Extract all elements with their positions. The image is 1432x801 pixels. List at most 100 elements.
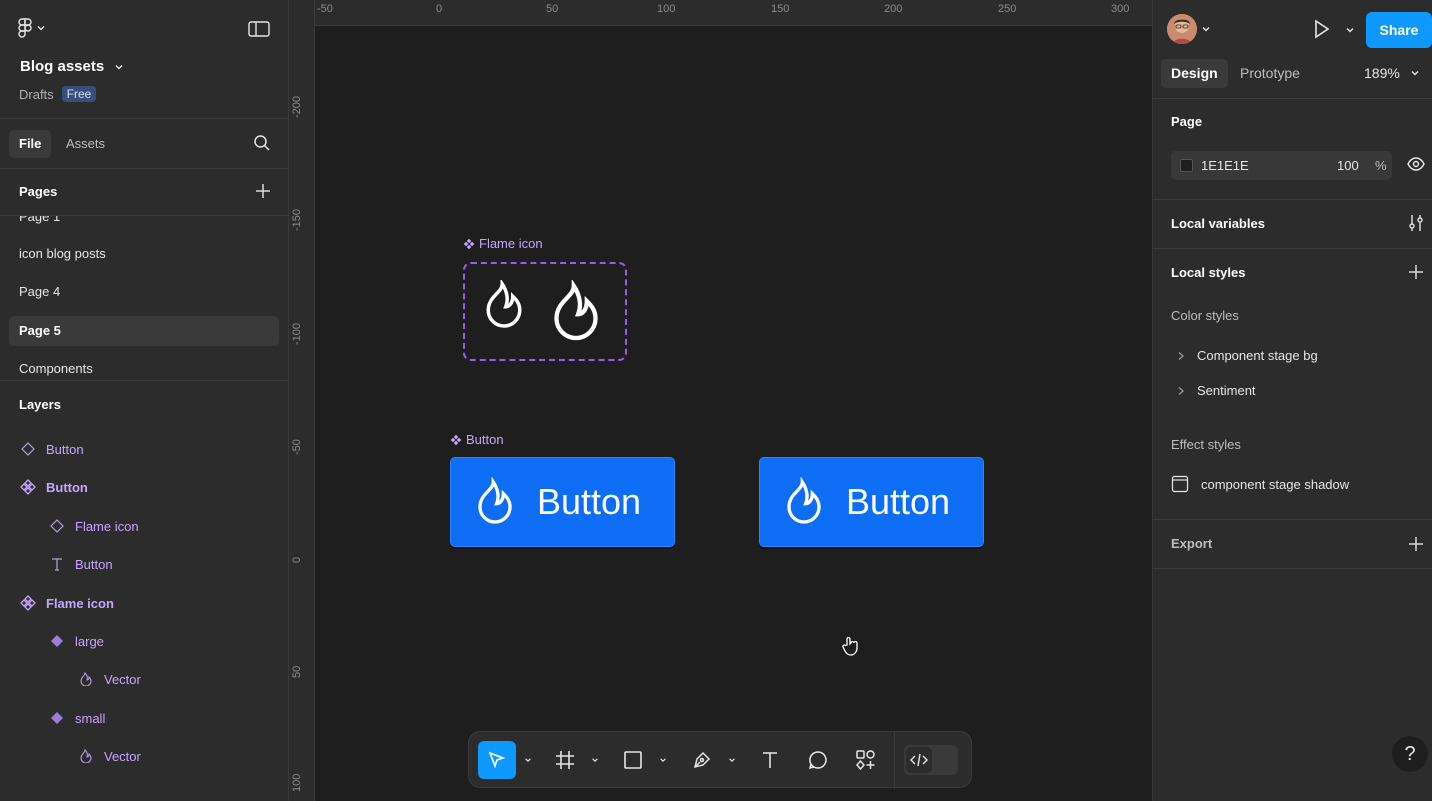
ruler-tick-label: 0: [436, 3, 443, 15]
button-instance[interactable]: Button: [759, 457, 984, 547]
tab-file[interactable]: File: [9, 130, 52, 158]
color-style-group[interactable]: Sentiment: [1177, 383, 1256, 398]
ruler-tick-label: 50: [291, 665, 303, 678]
page-item[interactable]: Page 1: [9, 216, 279, 232]
toolbar-divider: [894, 732, 895, 789]
ruler-tick-label: -100: [291, 322, 303, 345]
chevron-down-icon: [1410, 68, 1420, 78]
chevron-down-icon: [114, 62, 124, 72]
button-component[interactable]: Button: [450, 457, 675, 547]
share-button[interactable]: Share: [1366, 12, 1432, 48]
flame-small-icon[interactable]: [483, 280, 525, 330]
sidebar-toggle-icon[interactable]: [248, 20, 270, 38]
figma-logo-icon: [18, 18, 32, 38]
color-styles-title: Color styles: [1171, 308, 1239, 323]
add-export-icon[interactable]: [1407, 535, 1425, 553]
ruler-tick-label: -200: [291, 95, 303, 118]
color-style-group[interactable]: Component stage bg: [1177, 348, 1318, 363]
effect-style-item[interactable]: component stage shadow: [1171, 475, 1349, 493]
flame-variant-set[interactable]: [463, 262, 627, 361]
flame-icon: [784, 477, 824, 527]
file-location: Drafts Free: [19, 86, 97, 102]
pen-tool-icon[interactable]: [686, 741, 718, 779]
opacity-unit: %: [1375, 158, 1387, 173]
eye-icon[interactable]: [1407, 157, 1425, 171]
search-icon[interactable]: [253, 134, 273, 154]
user-avatar[interactable]: [1167, 14, 1197, 44]
pages-list: Page 1 icon blog posts Page 4 Page 5 Com…: [0, 216, 289, 380]
layer-row[interactable]: small: [49, 703, 105, 733]
effect-style-label: component stage shadow: [1201, 476, 1350, 492]
flame-component-label[interactable]: Flame icon: [463, 236, 543, 251]
layer-row[interactable]: Vector: [78, 664, 141, 694]
chevron-down-icon[interactable]: [1345, 25, 1355, 35]
layer-row[interactable]: Button: [20, 434, 84, 464]
layer-row[interactable]: Button: [20, 472, 88, 502]
color-swatch[interactable]: [1180, 159, 1193, 172]
button-component-label[interactable]: Button: [450, 432, 504, 447]
tab-assets[interactable]: Assets: [56, 130, 115, 158]
tab-prototype[interactable]: Prototype: [1230, 59, 1310, 88]
right-sidebar: Share Design Prototype 189% Page 1E1E1E …: [1152, 0, 1432, 801]
divider: [0, 168, 289, 169]
layer-row[interactable]: large: [49, 626, 104, 656]
layer-label: Button: [75, 556, 113, 572]
code-icon: [906, 747, 932, 773]
layer-label: Button: [46, 441, 84, 457]
ruler-top: -50 0 50 100 150 200 250 300: [289, 0, 1152, 26]
flame-vector-icon: [78, 748, 94, 764]
divider: [1153, 248, 1432, 249]
page-item-selected[interactable]: Page 5: [9, 316, 279, 346]
page-item[interactable]: Components: [9, 354, 279, 380]
local-styles-title: Local styles: [1171, 265, 1246, 280]
layer-label: Button: [46, 479, 88, 495]
layer-label: Vector: [104, 671, 141, 687]
page-color-field[interactable]: 1E1E1E 100 %: [1171, 151, 1392, 180]
flame-large-icon[interactable]: [550, 280, 602, 344]
actions-tool-icon[interactable]: [850, 741, 882, 779]
page-item[interactable]: icon blog posts: [9, 239, 279, 269]
help-button[interactable]: ?: [1392, 736, 1428, 772]
location-label[interactable]: Drafts: [19, 87, 54, 102]
variables-adjust-icon[interactable]: [1407, 214, 1425, 232]
canvas[interactable]: -50 0 50 100 150 200 250 300 -200 -150 -…: [289, 0, 1152, 801]
component-icon: [450, 434, 462, 446]
frame-tool-icon[interactable]: [549, 741, 581, 779]
layer-row[interactable]: Button: [49, 549, 113, 579]
chevron-down-icon[interactable]: [521, 741, 535, 779]
add-page-icon[interactable]: [254, 182, 274, 202]
page-section-title: Page: [1171, 114, 1203, 129]
ruler-tick-label: -150: [291, 208, 303, 231]
chevron-down-icon[interactable]: [588, 741, 602, 779]
file-name-button[interactable]: Blog assets: [20, 58, 124, 75]
main-menu-button[interactable]: [18, 18, 46, 38]
layer-row[interactable]: Flame icon: [49, 511, 139, 541]
component-label-text: Button: [466, 432, 504, 447]
chevron-down-icon[interactable]: [656, 741, 670, 779]
ruler-tick-label: 100: [657, 3, 676, 15]
ruler-tick-label: 150: [771, 3, 790, 15]
zoom-value: 189%: [1364, 65, 1400, 81]
divider: [1153, 568, 1432, 569]
layer-row[interactable]: Flame icon: [20, 588, 114, 618]
comment-tool-icon[interactable]: [802, 741, 834, 779]
rectangle-tool-icon[interactable]: [617, 741, 649, 779]
page-color-hex[interactable]: 1E1E1E: [1201, 158, 1249, 173]
text-tool-icon[interactable]: [754, 741, 786, 779]
tab-design[interactable]: Design: [1161, 59, 1228, 88]
flame-icon: [475, 477, 515, 527]
ruler-tick-label: 0: [291, 556, 303, 563]
local-variables-title[interactable]: Local variables: [1171, 216, 1265, 231]
page-color-opacity[interactable]: 100: [1337, 158, 1359, 173]
page-item[interactable]: Page 4: [9, 277, 279, 307]
zoom-dropdown[interactable]: 189%: [1364, 65, 1420, 81]
ruler-tick-label: 50: [546, 3, 559, 15]
dev-mode-toggle[interactable]: [904, 745, 958, 775]
color-style-label: Sentiment: [1197, 383, 1256, 398]
chevron-down-icon[interactable]: [1201, 24, 1211, 34]
layer-row[interactable]: Vector: [78, 741, 141, 771]
move-tool-icon[interactable]: [478, 741, 516, 779]
chevron-down-icon[interactable]: [725, 741, 739, 779]
present-play-icon[interactable]: [1313, 19, 1333, 41]
add-style-icon[interactable]: [1407, 263, 1425, 281]
